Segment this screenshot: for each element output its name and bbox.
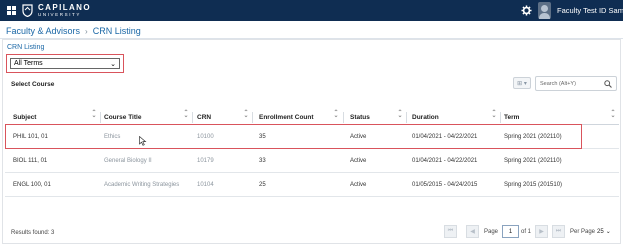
logo-name: CAPILANO	[38, 2, 91, 12]
chevron-down-icon: ⌄	[605, 229, 611, 235]
breadcrumb-crn-listing[interactable]: CRN Listing	[93, 26, 141, 36]
search-icon[interactable]	[604, 80, 612, 88]
sort-icon[interactable]: ⌃ ⌄	[397, 110, 403, 119]
panel-title: CRN Listing	[7, 44, 45, 51]
page-total: of 1	[521, 229, 532, 235]
next-page-button[interactable]: ▶	[535, 225, 548, 238]
column-divider	[100, 112, 101, 123]
previous-page-button[interactable]: ◀	[466, 225, 479, 238]
user-avatar[interactable]	[538, 2, 551, 19]
cell-term: Spring 2015 (201510)	[504, 182, 563, 188]
chevron-down-icon: ⌄	[110, 61, 116, 68]
per-page-label: Per Page	[570, 229, 596, 235]
column-divider	[192, 112, 193, 123]
term-select[interactable]: All Terms ⌄	[10, 58, 120, 69]
column-header-term[interactable]: Term	[504, 114, 519, 121]
column-header-subject[interactable]: Subject	[13, 114, 36, 121]
page-label: Page	[484, 229, 499, 235]
sort-icon[interactable]: ⌃ ⌄	[91, 110, 97, 119]
cell-course-title: Academic Writing Strategies	[104, 182, 180, 188]
sort-icon[interactable]: ⌃ ⌄	[183, 110, 189, 119]
cell-subject: ENGL 100, 01	[13, 182, 51, 188]
table-row[interactable]: ENGL 100, 01 Academic Writing Strategies…	[5, 173, 619, 197]
table-row[interactable]: BIOL 111, 01 General Biology II 10179 33…	[5, 149, 619, 173]
top-navigation-bar: CAPILANO UNIVERSITY Faculty Test ID Samp…	[0, 0, 623, 21]
column-header-duration[interactable]: Duration	[412, 114, 439, 121]
column-divider	[406, 112, 407, 123]
column-header-status[interactable]: Status	[350, 114, 370, 121]
cell-term: Spring 2021 (202110)	[504, 158, 562, 164]
last-page-button[interactable]: ⏭	[552, 225, 565, 238]
cell-crn: 10104	[197, 182, 214, 188]
column-divider	[343, 112, 344, 123]
cell-status: Active	[350, 182, 367, 188]
results-count: Results found: 3	[11, 230, 55, 236]
breadcrumb: Faculty & Advisors › CRN Listing	[6, 26, 141, 36]
column-header-crn[interactable]: CRN	[197, 114, 211, 121]
first-page-button[interactable]: ⏮	[444, 225, 457, 238]
logo-mark-icon	[22, 4, 33, 17]
per-page-value: 25	[597, 228, 604, 235]
column-header-course-title[interactable]: Course Title	[104, 114, 141, 121]
cell-duration: 01/05/2015 - 04/24/2015	[412, 182, 478, 188]
sort-icon[interactable]: ⌃ ⌄	[491, 110, 497, 119]
cell-status: Active	[350, 158, 367, 164]
search-placeholder: Search (Alt+Y)	[540, 80, 576, 87]
column-divider	[252, 112, 253, 123]
term-select-value: All Terms	[14, 60, 43, 67]
breadcrumb-faculty-advisors[interactable]: Faculty & Advisors	[6, 26, 80, 36]
mouse-pointer-icon	[139, 136, 147, 146]
cell-subject: BIOL 111, 01	[13, 158, 48, 164]
cell-duration: 01/04/2021 - 04/22/2021	[412, 158, 478, 164]
cell-course-title: General Biology II	[104, 158, 152, 164]
column-divider	[500, 112, 501, 123]
gear-icon[interactable]	[521, 5, 532, 16]
cell-enrollment-count: 33	[259, 158, 266, 164]
search-input[interactable]: Search (Alt+Y)	[535, 76, 617, 91]
column-header-enrollment-count[interactable]: Enrollment Count	[259, 114, 314, 121]
page-number-input[interactable]: 1	[502, 225, 519, 238]
table-header: Subject ⌃ ⌄ Course Title ⌃ ⌄ CRN ⌃ ⌄ Enroll…	[5, 110, 619, 125]
app-grid-icon[interactable]	[7, 6, 16, 15]
breadcrumb-separator: ›	[85, 26, 88, 36]
sort-icon[interactable]: ⌃ ⌄	[610, 110, 616, 119]
sort-icon[interactable]: ⌃ ⌄	[243, 110, 249, 119]
crn-listing-panel: CRN Listing All Terms ⌄ Select Course ⊞ …	[2, 39, 621, 244]
column-filter-button[interactable]: ⊞ ▾	[513, 77, 531, 89]
logo-subtitle: UNIVERSITY	[38, 11, 82, 17]
select-course-label: Select Course	[11, 81, 55, 88]
sort-icon[interactable]: ⌃ ⌄	[333, 110, 339, 119]
capilano-logo[interactable]: CAPILANO UNIVERSITY	[22, 3, 91, 18]
user-name[interactable]: Faculty Test ID Sample	[557, 6, 623, 15]
selected-row-highlight	[5, 124, 582, 149]
cell-crn: 10179	[197, 158, 214, 164]
cell-enrollment-count: 25	[259, 182, 266, 188]
per-page-select[interactable]: 25 ⌄	[597, 226, 617, 237]
